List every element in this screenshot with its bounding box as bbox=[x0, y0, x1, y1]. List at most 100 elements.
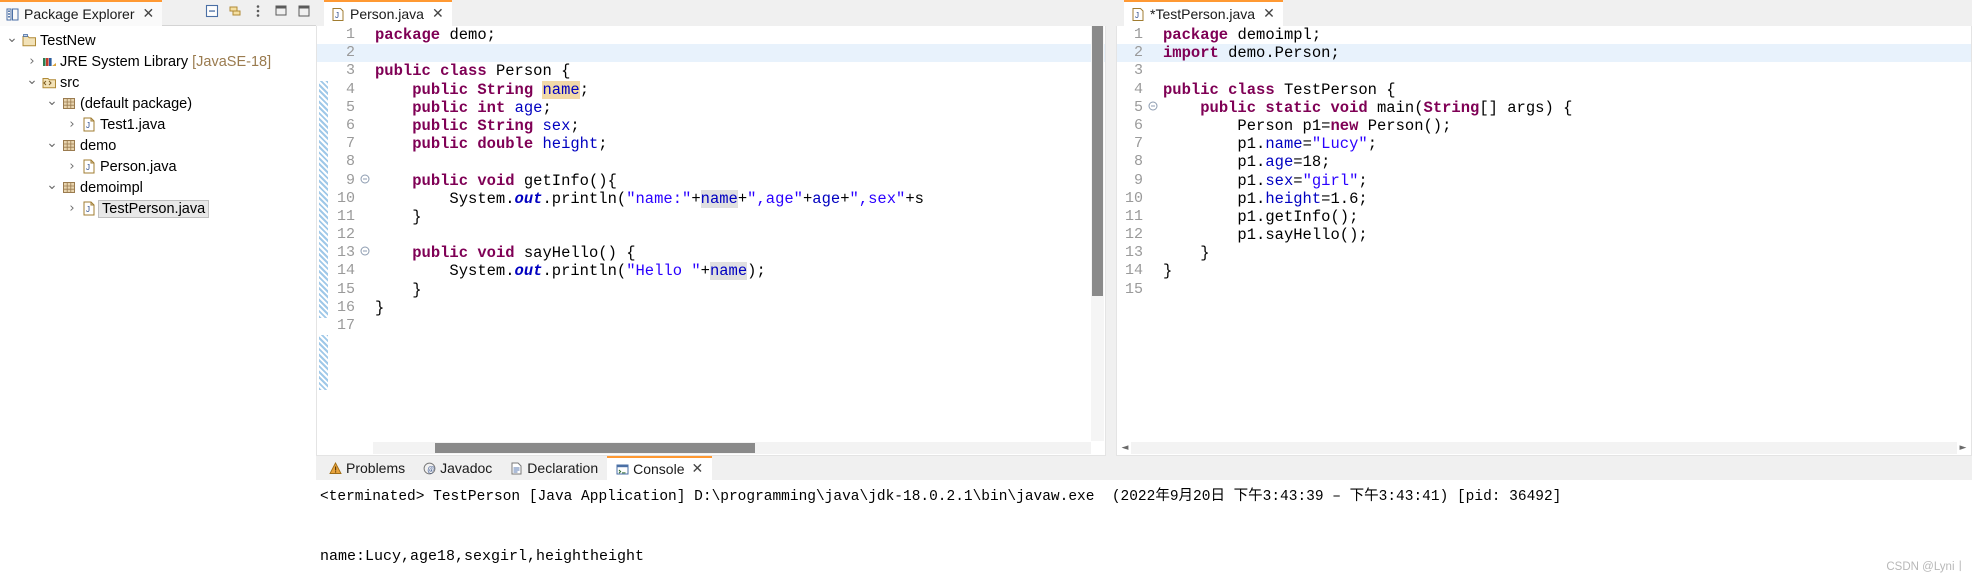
tree-item-label: (default package) bbox=[80, 95, 193, 112]
svg-text:@: @ bbox=[428, 464, 435, 473]
chevron-down-icon[interactable]: ⌄ bbox=[24, 72, 40, 88]
code-text: public class Person { bbox=[375, 62, 571, 81]
code-line[interactable]: 8 bbox=[317, 153, 1105, 171]
code-line[interactable]: 17 bbox=[317, 317, 1105, 335]
chevron-down-icon[interactable]: ⌄ bbox=[4, 30, 20, 46]
close-icon[interactable]: ✕ bbox=[692, 462, 704, 476]
code-line[interactable]: 11 p1.getInfo(); bbox=[1117, 208, 1971, 226]
tree-item-testperson-java[interactable]: › J TestPerson.java bbox=[0, 198, 316, 219]
console-tab-problems[interactable]: Problems bbox=[320, 456, 414, 480]
console-tab-javadoc[interactable]: @ Javadoc bbox=[414, 456, 501, 480]
editor-left-body[interactable]: 1 package demo; 2 3 public class Person {4 p… bbox=[316, 26, 1106, 456]
tree-item-demo[interactable]: ⌄ demo bbox=[0, 135, 316, 156]
editor-splitter[interactable] bbox=[1106, 0, 1112, 456]
java-file-icon: J bbox=[1132, 7, 1145, 21]
tree-item-demoimpl[interactable]: ⌄ demoimpl bbox=[0, 177, 316, 198]
tree-item-test1-java[interactable]: › J Test1.java bbox=[0, 114, 316, 135]
fold-collapse-icon[interactable] bbox=[359, 244, 371, 262]
tab-testperson-java[interactable]: J *TestPerson.java ✕ bbox=[1124, 0, 1283, 26]
chevron-down-icon[interactable]: ⌄ bbox=[44, 93, 60, 109]
code-line[interactable]: 12 p1.sayHello(); bbox=[1117, 226, 1971, 244]
console-tab-declaration[interactable]: Declaration bbox=[501, 456, 607, 480]
code-line[interactable]: 13 public void sayHello() { bbox=[317, 244, 1105, 262]
code-line[interactable]: 2 bbox=[317, 44, 1105, 63]
code-line[interactable]: 9 p1.sex="girl"; bbox=[1117, 172, 1971, 190]
fold-collapse-icon[interactable] bbox=[359, 172, 371, 190]
code-line[interactable]: 13 } bbox=[1117, 244, 1971, 262]
code-text: } bbox=[375, 298, 385, 317]
tree-item-jre-system-library[interactable]: › JRE System Library [JavaSE-18] bbox=[0, 51, 316, 72]
tab-person-java[interactable]: J Person.java ✕ bbox=[324, 0, 452, 26]
code-line[interactable]: 4 public class TestPerson { bbox=[1117, 81, 1971, 99]
code-line[interactable]: 16} bbox=[317, 299, 1105, 317]
tree-item-testnew[interactable]: ⌄ TestNew bbox=[0, 30, 316, 51]
tree-item-label: TestPerson.java bbox=[98, 199, 210, 218]
code-text: public String sex; bbox=[412, 116, 580, 135]
project-tree[interactable]: ⌄ TestNew › JRE System Library [JavaSE-18] ⌄… bbox=[0, 26, 316, 219]
code-line[interactable]: 12 bbox=[317, 226, 1105, 244]
link-with-editor-icon[interactable] bbox=[227, 3, 243, 19]
editor-person-java: J Person.java ✕ 1 package demo; 2 3 public c… bbox=[316, 0, 1106, 456]
line-number: 14 bbox=[1124, 262, 1143, 280]
code-line[interactable]: 4 public String name; bbox=[317, 80, 1105, 99]
line-number: 5 bbox=[345, 98, 355, 116]
console-tab-console[interactable]: Console ✕ bbox=[607, 456, 713, 480]
code-line[interactable]: 14 System.out.println("Hello "+name); bbox=[317, 262, 1105, 281]
fold-collapse-icon[interactable] bbox=[1147, 99, 1159, 117]
vertical-scrollbar-left[interactable] bbox=[1091, 26, 1104, 441]
code-line[interactable]: 10 p1.height=1.6; bbox=[1117, 190, 1971, 208]
code-line[interactable]: 3 public class Person { bbox=[317, 62, 1105, 80]
code-line[interactable]: 2 import demo.Person; bbox=[1117, 44, 1971, 63]
code-line[interactable]: 9 public void getInfo(){ bbox=[317, 172, 1105, 190]
code-line[interactable]: 5 public int age; bbox=[317, 99, 1105, 117]
line-number: 11 bbox=[336, 207, 355, 225]
code-line[interactable]: 1 package demo; bbox=[317, 26, 1105, 44]
line-number: 13 bbox=[336, 244, 355, 262]
close-icon[interactable]: ✕ bbox=[1263, 7, 1275, 21]
code-line[interactable]: 15 } bbox=[317, 281, 1105, 299]
editor-right-body[interactable]: 1 package demoimpl; 2 import demo.Person; 3 4… bbox=[1116, 26, 1972, 456]
svg-text:J: J bbox=[1135, 11, 1139, 20]
code-line[interactable]: 6 public String sex; bbox=[317, 117, 1105, 135]
code-line[interactable]: 14} bbox=[1117, 262, 1971, 280]
console-status-line: <terminated> TestPerson [Java Applicatio… bbox=[316, 480, 1972, 507]
chevron-right-icon[interactable]: › bbox=[64, 159, 80, 175]
horizontal-scrollbar-left[interactable] bbox=[373, 442, 1091, 454]
scroll-right-arrow[interactable]: ► bbox=[1956, 442, 1970, 454]
close-icon[interactable]: ✕ bbox=[432, 7, 444, 21]
minimize-icon[interactable] bbox=[273, 3, 289, 19]
tree-item-person-java[interactable]: › J Person.java bbox=[0, 156, 316, 177]
package-icon bbox=[60, 180, 78, 195]
line-number: 7 bbox=[345, 135, 355, 153]
code-text: p1.sex="girl"; bbox=[1237, 171, 1368, 190]
chevron-down-icon[interactable]: ⌄ bbox=[44, 135, 60, 151]
console-tabbar[interactable]: Problems @ Javadoc Declaration Console ✕ bbox=[316, 456, 1972, 480]
code-line[interactable]: 10 System.out.println("name:"+name+",age… bbox=[317, 189, 1105, 208]
code-lines-right[interactable]: 1 package demoimpl; 2 import demo.Person; 3 4… bbox=[1117, 26, 1971, 455]
code-line[interactable]: 11 } bbox=[317, 208, 1105, 226]
horizontal-scrollbar-right[interactable] bbox=[1131, 442, 1957, 454]
tree-item-src[interactable]: ⌄ src bbox=[0, 72, 316, 93]
collapse-all-icon[interactable] bbox=[204, 3, 220, 19]
code-line[interactable]: 5 public static void main(String[] args)… bbox=[1117, 99, 1971, 117]
chevron-down-icon[interactable]: ⌄ bbox=[44, 177, 60, 193]
code-lines-left[interactable]: 1 package demo; 2 3 public class Person {4 p… bbox=[317, 26, 1105, 455]
code-text: } bbox=[375, 207, 422, 226]
tab-package-explorer[interactable]: Package Explorer ✕ bbox=[0, 0, 163, 26]
maximize-icon[interactable] bbox=[296, 3, 312, 19]
tree-item-default-package[interactable]: ⌄ (default package) bbox=[0, 93, 316, 114]
code-line[interactable]: 1 package demoimpl; bbox=[1117, 26, 1971, 44]
code-line[interactable]: 6 Person p1=new Person(); bbox=[1117, 117, 1971, 135]
code-line[interactable]: 7 p1.name="Lucy"; bbox=[1117, 135, 1971, 153]
code-line[interactable]: 7 public double height; bbox=[317, 135, 1105, 153]
chevron-right-icon[interactable]: › bbox=[64, 117, 80, 133]
close-icon[interactable]: ✕ bbox=[143, 7, 155, 21]
scroll-left-arrow[interactable]: ◄ bbox=[1118, 442, 1132, 454]
view-menu-icon[interactable] bbox=[250, 3, 266, 19]
chevron-right-icon[interactable]: › bbox=[64, 201, 80, 217]
code-text: public double height; bbox=[412, 135, 608, 154]
code-line[interactable]: 3 bbox=[1117, 62, 1971, 80]
code-line[interactable]: 15 bbox=[1117, 281, 1971, 299]
chevron-right-icon[interactable]: › bbox=[24, 54, 40, 70]
code-line[interactable]: 8 p1.age=18; bbox=[1117, 153, 1971, 171]
